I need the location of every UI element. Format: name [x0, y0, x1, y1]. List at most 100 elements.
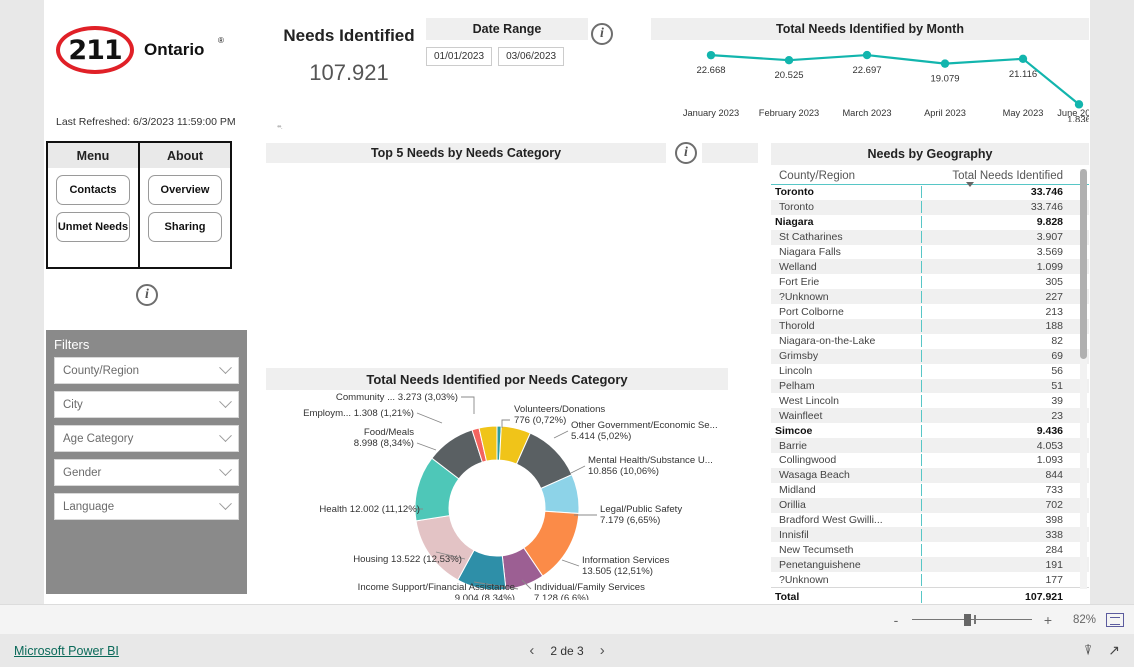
- donut-slice-label: Food/Meals: [364, 427, 414, 438]
- line-data-point: [940, 59, 950, 68]
- geo-cell-region: Welland: [779, 260, 817, 273]
- geo-cell-value: 39: [921, 394, 1071, 407]
- table-row[interactable]: Fort Erie 305: [771, 274, 1089, 289]
- date-range-slicer[interactable]: 01/01/2023 03/06/2023: [426, 47, 565, 66]
- menu-info-icon[interactable]: i: [136, 284, 158, 306]
- table-row[interactable]: Lincoln 56: [771, 364, 1089, 379]
- geo-cell-value: 3.907: [921, 231, 1071, 244]
- top5-info-icon[interactable]: i: [675, 142, 697, 164]
- date-range-info-icon[interactable]: i: [591, 23, 613, 45]
- table-row[interactable]: Toronto 33.746: [771, 199, 1089, 215]
- share-icon[interactable]: ⍒: [1084, 642, 1092, 659]
- zoom-slider[interactable]: [912, 613, 1032, 627]
- geo-scrollbar-thumb[interactable]: [1080, 169, 1087, 359]
- table-row[interactable]: Niagara Falls 3.569: [771, 245, 1089, 260]
- table-row[interactable]: Innisfil 338: [771, 527, 1089, 543]
- geo-table-body[interactable]: Toronto 33.746 Toronto 33.746 Niagara 9.828 St…: [771, 185, 1089, 605]
- table-row[interactable]: Toronto 33.746: [771, 185, 1089, 200]
- fullscreen-icon[interactable]: ↗: [1108, 642, 1120, 659]
- donut-slice-label: 5.414 (5,02%): [571, 431, 631, 442]
- geo-table-header: County/Region Total Needs Identified: [771, 165, 1089, 187]
- zoom-out-button[interactable]: -: [890, 612, 902, 628]
- geo-cell-region: Bradford West Gwilli...: [779, 514, 883, 527]
- line-axis-tick-label: May 2023: [1003, 108, 1044, 118]
- filter-age-category[interactable]: Age Category: [54, 425, 239, 452]
- table-row[interactable]: Niagara-on-the-Lake 82: [771, 334, 1089, 349]
- geo-cell-region: Wasaga Beach: [779, 469, 850, 482]
- table-row[interactable]: New Tecumseth 284: [771, 542, 1089, 557]
- geo-cell-region: Wainfleet: [779, 409, 823, 422]
- table-row[interactable]: Port Colborne 213: [771, 304, 1089, 319]
- line-chart-svg[interactable]: 22.668 January 2023 20.525 February 2023 22.…: [651, 40, 1089, 122]
- next-page-icon[interactable]: ›: [600, 642, 605, 659]
- donut-leader-line: [570, 465, 586, 474]
- zoom-in-button[interactable]: +: [1042, 612, 1054, 628]
- table-row[interactable]: Bradford West Gwilli... 398: [771, 513, 1089, 528]
- table-row[interactable]: Barrie 4.053: [771, 438, 1089, 454]
- table-row[interactable]: ?Unknown 227: [771, 289, 1089, 305]
- zoom-slider-tick: [974, 614, 976, 624]
- geo-cell-value: 9.436: [921, 424, 1071, 437]
- footer-icon-group: ⍒ ↗: [1084, 642, 1120, 659]
- table-row[interactable]: Orillia 702: [771, 497, 1089, 513]
- page-indicator: 2 de 3: [550, 643, 584, 658]
- geo-cell-region: Midland: [779, 484, 816, 497]
- fit-to-page-icon[interactable]: [1106, 612, 1124, 627]
- table-row[interactable]: Collingwood 1.093: [771, 453, 1089, 468]
- geo-cell-region: ?Unknown: [779, 290, 829, 303]
- table-row[interactable]: St Catharines 3.907: [771, 229, 1089, 245]
- geo-cell-value: 177: [921, 573, 1071, 586]
- previous-page-icon[interactable]: ‹: [529, 642, 534, 659]
- table-row[interactable]: Niagara 9.828: [771, 215, 1089, 230]
- nav-button-sharing[interactable]: Sharing: [148, 212, 222, 242]
- last-refreshed-label: Last Refreshed: 6/3/2023 11:59:00 PM: [56, 116, 236, 128]
- line-axis-tick-label: June 2023: [1057, 108, 1089, 118]
- nav-button-unmet-needs[interactable]: Unmet Needs: [56, 212, 130, 242]
- line-data-point: [1018, 54, 1028, 64]
- table-row[interactable]: Simcoe 9.436: [771, 423, 1089, 438]
- table-row[interactable]: ?Unknown 177: [771, 572, 1089, 587]
- table-row[interactable]: West Lincoln 39: [771, 393, 1089, 408]
- filter-gender[interactable]: Gender: [54, 459, 239, 486]
- chevron-down-icon: [219, 463, 232, 477]
- table-row[interactable]: Thorold 188: [771, 319, 1089, 334]
- table-row[interactable]: Penetanguishene 191: [771, 557, 1089, 573]
- geo-col-county[interactable]: County/Region: [771, 170, 921, 182]
- filter-label: Gender: [63, 466, 102, 479]
- table-row[interactable]: Midland 733: [771, 483, 1089, 498]
- date-start-input[interactable]: 01/01/2023: [426, 47, 493, 66]
- nav-button-contacts[interactable]: Contacts: [56, 175, 130, 205]
- line-axis-tick-label: April 2023: [924, 108, 966, 118]
- geo-cell-region: Niagara: [775, 216, 814, 229]
- table-row[interactable]: Grimsby 69: [771, 348, 1089, 364]
- date-end-input[interactable]: 03/06/2023: [498, 47, 565, 66]
- filter-city[interactable]: City: [54, 391, 239, 418]
- geo-cell-region: Simcoe: [775, 424, 813, 437]
- table-row[interactable]: Pelham 51: [771, 378, 1089, 394]
- donut-chart-svg[interactable]: Volunteers/Donations776 (0,72%) Other Gov…: [266, 390, 728, 600]
- nav-button-overview[interactable]: Overview: [148, 175, 222, 205]
- zoom-slider-thumb[interactable]: [964, 613, 971, 626]
- table-row[interactable]: Welland 1.099: [771, 259, 1089, 275]
- filter-label: Language: [63, 500, 115, 513]
- table-row[interactable]: Wasaga Beach 844: [771, 467, 1089, 483]
- donut-leader-line: [416, 412, 443, 424]
- geo-cell-region: Innisfil: [779, 528, 809, 541]
- geo-col-total-label: Total Needs Identified: [952, 170, 1063, 182]
- donut-slice-label: 7.179 (6,65%): [600, 515, 660, 526]
- geo-cell-region: Niagara-on-the-Lake: [779, 335, 876, 348]
- geo-cell-value: 3.569: [921, 246, 1071, 258]
- line-data-point: [862, 50, 872, 60]
- donut-leader-line: [553, 430, 569, 439]
- filter-language[interactable]: Language: [54, 493, 239, 520]
- geo-cell-value: 188: [921, 320, 1071, 333]
- table-row[interactable]: Wainfleet 23: [771, 408, 1089, 424]
- geo-col-total[interactable]: Total Needs Identified: [921, 170, 1071, 187]
- top5-legend-stub: [702, 143, 758, 163]
- left-gutter: [0, 0, 44, 604]
- geo-cell-region: Port Colborne: [779, 305, 844, 318]
- geo-cell-value: 398: [921, 514, 1071, 527]
- filter-county-region[interactable]: County/Region: [54, 357, 239, 384]
- geo-cell-value: 844: [921, 469, 1071, 482]
- date-range-header: Date Range: [426, 18, 588, 40]
